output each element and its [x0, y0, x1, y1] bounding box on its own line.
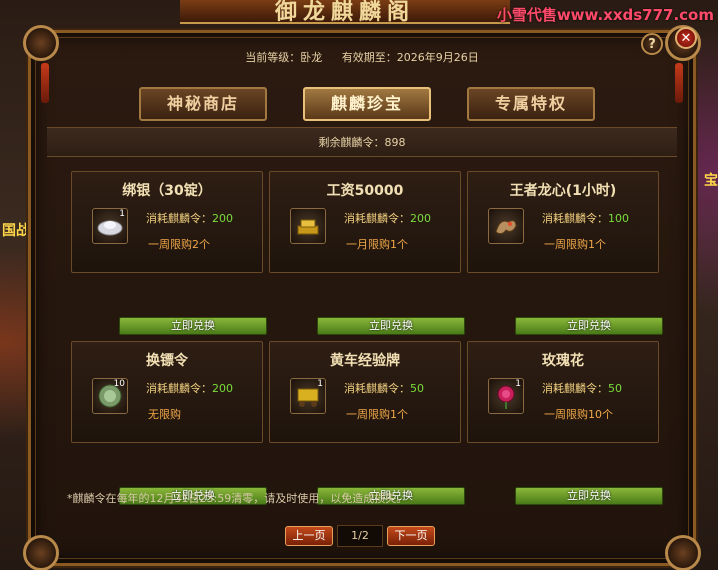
- reset-note: *麒麟令在每年的12月31日23:59清零，请及时使用，以免造成损失。: [67, 492, 408, 505]
- rose-icon: 1: [488, 378, 524, 414]
- cost-label: 消耗麒麟令：: [146, 212, 212, 225]
- next-page-button[interactable]: 下一页: [387, 526, 435, 546]
- cost-label: 消耗麒麟令：: [542, 212, 608, 225]
- purchase-limit: 无限购: [148, 408, 181, 421]
- cost-label: 消耗麒麟令：: [542, 382, 608, 395]
- cart-exp-icon: 1: [290, 378, 326, 414]
- tab-bar: 神秘商店 麒麟珍宝 专属特权: [139, 87, 595, 121]
- treasure-shop-panel: 当前等级：卧龙 有效期至：2026年9月26日 ? ✕ 神秘商店 麒麟珍宝 专属…: [23, 25, 701, 570]
- item-cost: 消耗麒麟令：200: [146, 380, 233, 396]
- cost-value: 50: [410, 382, 424, 395]
- tassel-decoration: [41, 63, 49, 103]
- cost-value: 200: [212, 212, 233, 225]
- prev-page-button[interactable]: 上一页: [285, 526, 333, 546]
- side-text-left: 国战: [2, 223, 30, 239]
- item-count: 10: [113, 379, 125, 389]
- level-label: 当前等级：卧龙: [245, 51, 323, 64]
- redeem-button[interactable]: 立即兑换: [317, 317, 465, 335]
- item-count: 1: [317, 379, 323, 389]
- item-name: 玫瑰花: [542, 353, 584, 369]
- corner-ornament: [665, 535, 701, 570]
- redeem-button[interactable]: 立即兑换: [119, 317, 267, 335]
- expiry-label: 有效期至：2026年9月26日: [341, 51, 479, 64]
- redeem-button[interactable]: 立即兑换: [515, 317, 663, 335]
- help-button[interactable]: ?: [641, 33, 663, 55]
- watermark: 小雪代售www.xxds777.com: [496, 6, 714, 24]
- tab-exclusive-privilege[interactable]: 专属特权: [467, 87, 595, 121]
- close-button[interactable]: ✕: [675, 27, 697, 49]
- cost-label: 消耗麒麟令：: [344, 382, 410, 395]
- cost-value: 200: [212, 382, 233, 395]
- pagination: 上一页 1/2 下一页: [285, 525, 435, 547]
- item-name: 换镖令: [146, 353, 188, 369]
- silver-ingot-icon: 1: [92, 208, 128, 244]
- tassel-decoration: [675, 63, 683, 103]
- item-card: 玫瑰花 1 消耗麒麟令：50 一周限购10个: [467, 341, 659, 443]
- gold-ingot-icon: [290, 208, 326, 244]
- item-count: 1: [119, 209, 125, 219]
- banner-title: 御龙麒麟阁: [180, 0, 510, 24]
- corner-ornament: [23, 535, 59, 570]
- cost-label: 消耗麒麟令：: [146, 382, 212, 395]
- redeem-button[interactable]: 立即兑换: [515, 487, 663, 505]
- dragon-heart-icon: [488, 208, 524, 244]
- item-count: 1: [515, 379, 521, 389]
- purchase-limit: 一周限购10个: [544, 408, 613, 421]
- cost-label: 消耗麒麟令：: [344, 212, 410, 225]
- item-name: 黄车经验牌: [330, 353, 400, 369]
- item-card: 工资50000 消耗麒麟令：200 一月限购1个: [269, 171, 461, 273]
- item-card: 黄车经验牌 1 消耗麒麟令：50 一周限购1个: [269, 341, 461, 443]
- item-card: 王者龙心(1小时) 消耗麒麟令：100 一周限购1个: [467, 171, 659, 273]
- item-name: 王者龙心(1小时): [509, 183, 617, 199]
- item-cost: 消耗麒麟令：100: [542, 210, 629, 226]
- purchase-limit: 一周限购1个: [544, 238, 606, 251]
- escort-token-icon: 10: [92, 378, 128, 414]
- header-info: 当前等级：卧龙 有效期至：2026年9月26日: [31, 49, 693, 65]
- tab-mystery-shop[interactable]: 神秘商店: [139, 87, 267, 121]
- tab-qilin-treasure[interactable]: 麒麟珍宝: [303, 87, 431, 121]
- side-text-right: 宝: [704, 173, 718, 189]
- item-cost: 消耗麒麟令：50: [344, 380, 424, 396]
- cost-value: 200: [410, 212, 431, 225]
- cost-value: 100: [608, 212, 629, 225]
- item-name: 工资50000: [326, 183, 404, 199]
- item-cost: 消耗麒麟令：200: [146, 210, 233, 226]
- purchase-limit: 一周限购2个: [148, 238, 210, 251]
- remaining-tokens: 剩余麒麟令：898: [47, 127, 677, 157]
- item-cost: 消耗麒麟令：200: [344, 210, 431, 226]
- item-cost: 消耗麒麟令：50: [542, 380, 622, 396]
- purchase-limit: 一月限购1个: [346, 238, 408, 251]
- item-name: 绑银（30锭）: [122, 183, 212, 199]
- cost-value: 50: [608, 382, 622, 395]
- item-card: 绑银（30锭） 1 消耗麒麟令：200 一周限购2个: [71, 171, 263, 273]
- page-indicator: 1/2: [337, 525, 383, 547]
- item-card: 换镖令 10 消耗麒麟令：200 无限购: [71, 341, 263, 443]
- purchase-limit: 一周限购1个: [346, 408, 408, 421]
